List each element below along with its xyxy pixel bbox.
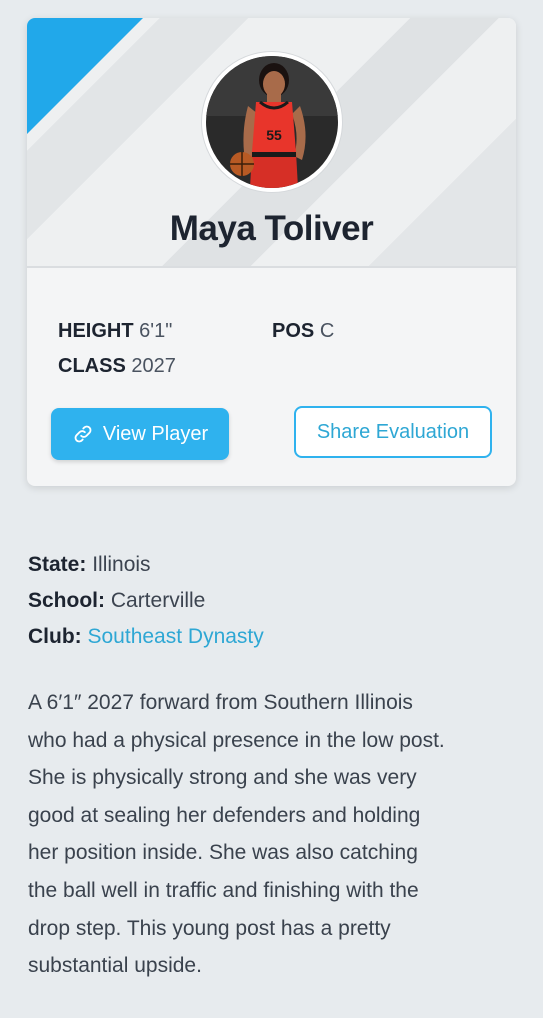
- height-value: 6'1": [139, 320, 173, 342]
- state-label: State:: [28, 553, 87, 576]
- evaluation-line: drop step. This young post has a pretty: [28, 916, 391, 940]
- evaluation-line: the ball well in traffic and finishing w…: [28, 878, 419, 902]
- jersey-number: 55: [266, 127, 282, 143]
- height-stat: HEIGHT 6'1": [58, 320, 172, 343]
- evaluation-line: A 6′1″ 2027 forward from Southern Illino…: [28, 691, 413, 714]
- pos-label: POS: [272, 320, 315, 342]
- evaluation-line: her position inside. She was also catchi…: [28, 841, 418, 865]
- pos-value: C: [319, 320, 335, 342]
- share-evaluation-label: Share Evaluation: [316, 420, 470, 443]
- school-label: School:: [28, 589, 105, 612]
- school-value: Carterville: [110, 589, 206, 612]
- class-stat: CLASS 2027: [58, 355, 176, 378]
- pos-stat: POS C: [272, 320, 334, 343]
- evaluation-line: substantial upside.: [28, 954, 202, 978]
- school-line: School: Carterville: [28, 589, 205, 613]
- player-banner: 55 Maya Toliver: [27, 18, 516, 268]
- club-link[interactable]: Southeast Dynasty: [88, 625, 264, 648]
- corner-accent: [27, 18, 143, 134]
- share-evaluation-button[interactable]: Share Evaluation: [294, 406, 492, 458]
- player-photo: 55: [206, 56, 338, 188]
- view-player-button[interactable]: View Player: [51, 408, 229, 460]
- evaluation-line: good at sealing her defenders and holdin…: [28, 803, 421, 827]
- view-player-label: View Player: [102, 422, 209, 445]
- state-line: State: Illinois: [28, 553, 151, 577]
- evaluation-line: She is physically strong and she was ver…: [28, 766, 417, 790]
- link-icon: [72, 423, 94, 445]
- player-name: Maya Toliver: [169, 209, 374, 248]
- club-line: Club: Southeast Dynasty: [28, 625, 264, 649]
- evaluation-text: A 6′1″ 2027 forward from Southern Illino…: [28, 684, 518, 985]
- class-value: 2027: [131, 355, 176, 377]
- evaluation-line: who had a physical presence in the low p…: [28, 728, 445, 752]
- height-label: HEIGHT: [58, 320, 134, 342]
- player-avatar: 55: [202, 52, 342, 192]
- club-label: Club:: [28, 625, 82, 648]
- state-value: Illinois: [92, 553, 151, 576]
- player-card: 55 Maya Toliver HEIGHT 6'1" POS C CLASS …: [27, 18, 516, 486]
- class-label: CLASS: [58, 355, 126, 377]
